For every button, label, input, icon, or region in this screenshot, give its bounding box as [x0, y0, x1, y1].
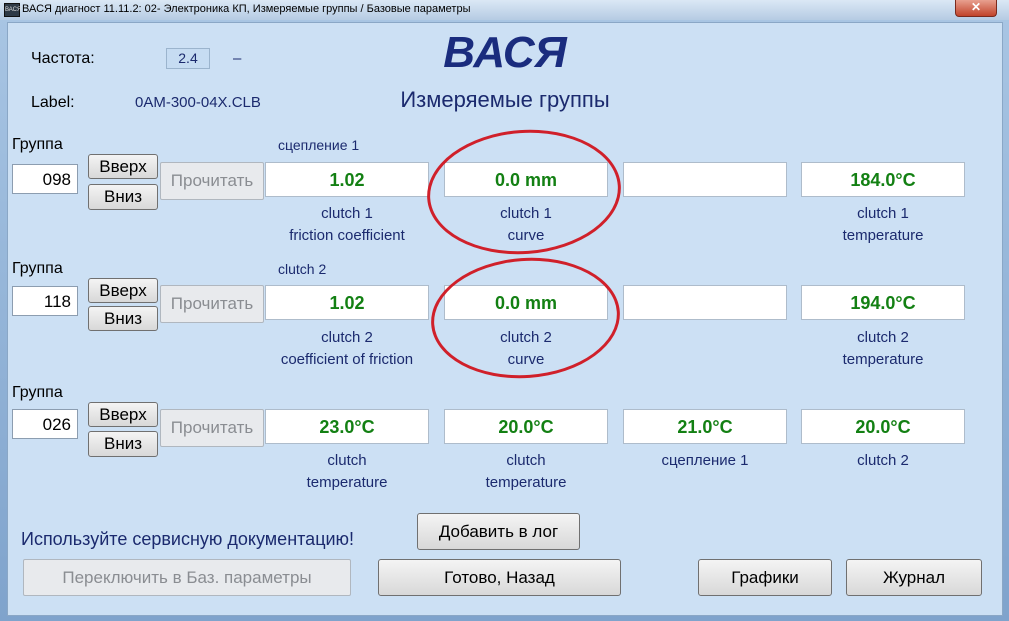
app-name-heading: ВАСЯ [443, 28, 567, 77]
measure-desc-2: clutch temperature [485, 452, 567, 491]
title-bar: ВАСЯ ВАСЯ диагност 11.11.2: 02- Электрон… [0, 0, 1009, 20]
measure-value-4: 194.0°C [801, 285, 965, 320]
measure-value-1: 1.02 [265, 162, 429, 197]
measure-value-1: 1.02 [265, 285, 429, 320]
switch-basic-params-button[interactable]: Переключить в Баз. параметры [23, 559, 351, 596]
app-window: ВАСЯ ВАСЯ диагност 11.11.2: 02- Электрон… [0, 0, 1009, 621]
done-back-button[interactable]: Готово, Назад [378, 559, 621, 596]
service-doc-notice: Используйте сервисную документацию! [21, 529, 355, 549]
app-icon: ВАСЯ [4, 3, 21, 17]
frequency-value: 2.4 [166, 48, 210, 69]
group-up-button[interactable]: Вверх [88, 154, 158, 179]
measure-desc-4: clutch 1 temperature [842, 205, 924, 244]
main-panel: ВАСЯ Измеряемые группы Частота: 2.4 – La… [7, 22, 1003, 616]
measure-desc-3: сцепление 1 [661, 452, 749, 469]
measure-value-4: 20.0°C [801, 409, 965, 444]
group-read-button[interactable]: Прочитать [160, 285, 264, 323]
measure-desc-4: clutch 2 [857, 452, 909, 469]
measure-value-2: 20.0°C [444, 409, 608, 444]
frequency-dash: – [233, 50, 242, 67]
measure-value-3 [623, 285, 787, 320]
close-button[interactable]: ✕ [955, 0, 997, 17]
group-title: clutch 2 [278, 261, 327, 277]
label-value: 0AM-300-04X.CLB [135, 94, 261, 111]
group-label: Группа [12, 384, 63, 401]
measure-desc-1: clutch 1 friction coefficient [289, 205, 405, 244]
group-title: сцепление 1 [278, 137, 360, 153]
measure-desc-1: clutch temperature [306, 452, 388, 491]
measure-value-3: 21.0°C [623, 409, 787, 444]
group-number-input[interactable]: 118 [12, 286, 78, 316]
label-label: Label: [31, 94, 75, 111]
measure-value-4: 184.0°C [801, 162, 965, 197]
journal-button[interactable]: Журнал [846, 559, 982, 596]
frequency-label: Частота: [31, 50, 95, 67]
group-number-input[interactable]: 026 [12, 409, 78, 439]
add-to-log-button[interactable]: Добавить в лог [417, 513, 580, 550]
measure-desc-1: clutch 2 coefficient of friction [280, 329, 414, 368]
group-read-button[interactable]: Прочитать [160, 409, 264, 447]
window-title: ВАСЯ диагност 11.11.2: 02- Электроника К… [22, 3, 471, 15]
measure-value-3 [623, 162, 787, 197]
measure-desc-4: clutch 2 temperature [842, 329, 924, 368]
group-read-button[interactable]: Прочитать [160, 162, 264, 200]
group-label: Группа [12, 136, 63, 153]
group-up-button[interactable]: Вверх [88, 402, 158, 427]
group-down-button[interactable]: Вниз [88, 184, 158, 210]
measure-value-1: 23.0°C [265, 409, 429, 444]
graphs-button[interactable]: Графики [698, 559, 832, 596]
group-number-input[interactable]: 098 [12, 164, 78, 194]
group-up-button[interactable]: Вверх [88, 278, 158, 303]
group-down-button[interactable]: Вниз [88, 431, 158, 457]
group-label: Группа [12, 260, 63, 277]
group-down-button[interactable]: Вниз [88, 306, 158, 331]
